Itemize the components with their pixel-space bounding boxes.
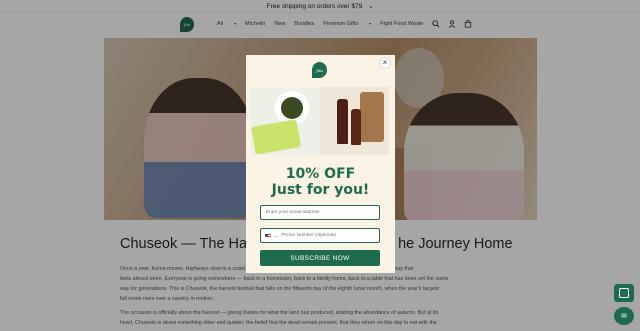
- rewards-badge[interactable]: Rewards: [578, 313, 596, 318]
- subscribe-button[interactable]: SUBSCRIBE NOW: [260, 250, 380, 266]
- discount-popup: Jūn × 10% OFF Just for you! ⌄ SUBSCRIBE …: [246, 55, 395, 273]
- popup-product-image: [251, 87, 389, 155]
- package: [251, 119, 302, 155]
- chevron-down-icon[interactable]: ⌄: [274, 233, 277, 238]
- cutting-board: [360, 92, 384, 142]
- logo-text: Jūn: [316, 67, 323, 73]
- chat-icon: ✉: [621, 313, 627, 320]
- bottles-image: [320, 87, 389, 155]
- bottle: [337, 99, 348, 144]
- gift-icon: [619, 288, 629, 298]
- phone-field-wrapper: ⌄: [260, 228, 380, 243]
- gift-widget[interactable]: [614, 284, 634, 302]
- us-flag-icon[interactable]: [265, 233, 271, 238]
- popup-logo: Jūn: [312, 62, 327, 78]
- chat-widget[interactable]: ✉: [614, 307, 634, 325]
- seaweed-image: [251, 87, 320, 155]
- email-field[interactable]: [260, 205, 380, 220]
- offer-headline: 10% OFF: [285, 166, 356, 182]
- bottle: [351, 109, 361, 145]
- phone-field[interactable]: [281, 233, 372, 238]
- offer-subheadline: Just for you!: [271, 182, 370, 198]
- close-button[interactable]: ×: [379, 57, 391, 69]
